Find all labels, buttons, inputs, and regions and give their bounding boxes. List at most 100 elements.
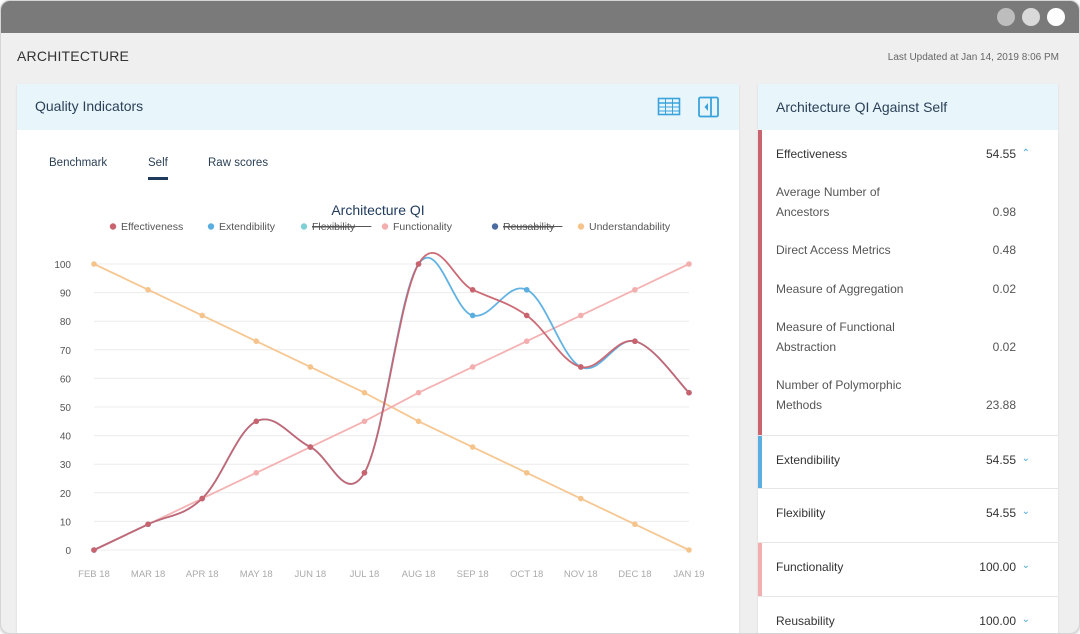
section-label: Extendibility [776, 453, 841, 467]
qi-against-self-card: Architecture QI Against Self Effectivene… [758, 84, 1058, 633]
chevron-up-icon[interactable]: ⌃ [1022, 148, 1030, 159]
section-effectiveness: Effectiveness 54.55 ⌃ Average Number of … [758, 130, 1058, 435]
last-updated: Last Updated at Jan 14, 2019 8:06 PM [887, 52, 1059, 63]
data-point-extendibility [469, 312, 476, 319]
legend-item-functionality[interactable]: Functionality [381, 221, 453, 233]
legend-label: Effectiveness [121, 221, 183, 233]
chevron-down-icon[interactable]: ⌄ [1022, 506, 1030, 517]
data-point-understandability [145, 286, 151, 293]
x-tick-label: AUG 18 [402, 569, 436, 580]
metric-label: Direct Access Metrics [776, 243, 891, 257]
x-tick-label: DEC 18 [618, 569, 651, 580]
section-reusability[interactable]: Reusability 100.00 ⌄ [758, 596, 1058, 633]
data-point-understandability [632, 521, 638, 528]
section-label: Reusability [776, 614, 835, 628]
extendibility-color-bar [758, 436, 762, 489]
section-extendibility[interactable]: Extendibility 54.55 ⌄ [758, 435, 1058, 489]
x-tick-label: OCT 18 [510, 569, 543, 580]
y-tick-label: 60 [60, 374, 72, 385]
legend-item-understandability[interactable]: Understandability [577, 221, 671, 233]
section-score: 54.55 [985, 506, 1016, 520]
metric-label: Number of Polymorphic Methods [776, 378, 902, 412]
chevron-down-icon[interactable]: ⌄ [1022, 614, 1030, 625]
y-tick-label: 10 [60, 517, 72, 528]
metric-label: Measure of Aggregation [776, 282, 904, 296]
y-tick-label: 50 [60, 403, 72, 414]
data-point-understandability [91, 261, 97, 267]
data-point-effectiveness [632, 338, 638, 345]
data-point-functionality [469, 364, 476, 370]
legend-label: Reusability [503, 221, 555, 233]
data-point-understandability [253, 338, 260, 345]
data-point-extendibility [523, 286, 530, 293]
legend-item-flexibility[interactable]: Flexibility [300, 221, 372, 233]
x-tick-label: JAN 19 [673, 569, 704, 580]
data-point-effectiveness [361, 469, 368, 476]
data-point-functionality [686, 261, 692, 267]
legend-label: Functionality [393, 221, 453, 233]
metric-label: Average Number of Ancestors [776, 185, 880, 219]
data-point-effectiveness [253, 418, 260, 425]
data-point-effectiveness [91, 547, 97, 553]
legend-label: Understandability [589, 221, 671, 233]
data-point-functionality [632, 286, 638, 293]
y-tick-label: 70 [60, 346, 72, 357]
quality-indicators-card: Quality Indicators Benchmark Self Raw sc… [17, 84, 739, 633]
x-tick-label: APR 18 [186, 569, 219, 580]
y-tick-label: 20 [60, 489, 72, 500]
legend-item-effectiveness[interactable]: Effectiveness [109, 221, 183, 233]
x-tick-label: MAY 18 [240, 569, 273, 580]
legend-label: Flexibility [312, 221, 356, 233]
metric-label: Measure of Functional Abstraction [776, 320, 895, 354]
qi-against-self-header: Architecture QI Against Self [758, 84, 1058, 130]
data-point-effectiveness [307, 444, 314, 450]
section-flexibility[interactable]: Flexibility 54.55 ⌄ [758, 488, 1058, 543]
legend-swatch [109, 223, 117, 230]
series-line-extendibility [93, 256, 690, 551]
section-score: 54.55 [985, 147, 1016, 161]
window-control-dot-3[interactable] [1047, 8, 1065, 26]
y-tick-label: 0 [65, 546, 71, 557]
data-point-understandability [361, 389, 368, 396]
data-point-functionality [415, 389, 422, 396]
section-functionality[interactable]: Functionality 100.00 ⌄ [758, 542, 1058, 597]
data-point-understandability [199, 312, 205, 319]
legend-swatch [381, 223, 389, 230]
title-bar [1, 1, 1079, 33]
chevron-down-icon[interactable]: ⌄ [1022, 453, 1030, 464]
data-point-functionality [578, 312, 584, 319]
data-point-functionality [361, 418, 368, 425]
y-tick-label: 40 [60, 432, 72, 443]
section-label[interactable]: Effectiveness [776, 147, 847, 161]
legend-item-extendibility[interactable]: Extendibility [207, 221, 276, 233]
data-point-effectiveness [145, 521, 151, 528]
window-control-dot-1[interactable] [997, 8, 1015, 26]
data-point-effectiveness [199, 495, 205, 502]
legend-swatch [207, 223, 215, 230]
legend-item-reusability[interactable]: Reusability [491, 221, 563, 233]
metric-value: 0.02 [992, 282, 1016, 296]
x-tick-label: FEB 18 [78, 569, 110, 580]
section-score: 54.55 [985, 453, 1016, 467]
section-label: Functionality [776, 560, 844, 574]
data-point-understandability [469, 444, 476, 450]
section-label: Flexibility [776, 506, 826, 520]
architecture-qi-chart: 0 10 20 30 40 50 60 70 80 90 100 FEB 18 MAR 18 APR 18… [54, 221, 704, 580]
data-point-understandability [578, 495, 584, 502]
data-point-effectiveness [415, 261, 422, 267]
data-point-understandability [307, 364, 314, 370]
window-control-dot-2[interactable] [1022, 8, 1040, 26]
y-tick-label: 90 [60, 289, 72, 300]
x-tick-label: JUL 18 [350, 569, 380, 580]
metric-value: 0.48 [992, 243, 1016, 257]
data-point-effectiveness [686, 389, 692, 396]
data-point-understandability [686, 547, 692, 553]
data-point-understandability [415, 418, 422, 425]
y-tick-label: 100 [54, 260, 71, 271]
data-point-effectiveness [469, 286, 476, 293]
functionality-color-bar [758, 543, 762, 597]
metric-value: 23.88 [985, 398, 1016, 412]
series-line-effectiveness [93, 252, 690, 551]
x-tick-label: NOV 18 [564, 569, 598, 580]
chevron-down-icon[interactable]: ⌄ [1022, 560, 1030, 571]
